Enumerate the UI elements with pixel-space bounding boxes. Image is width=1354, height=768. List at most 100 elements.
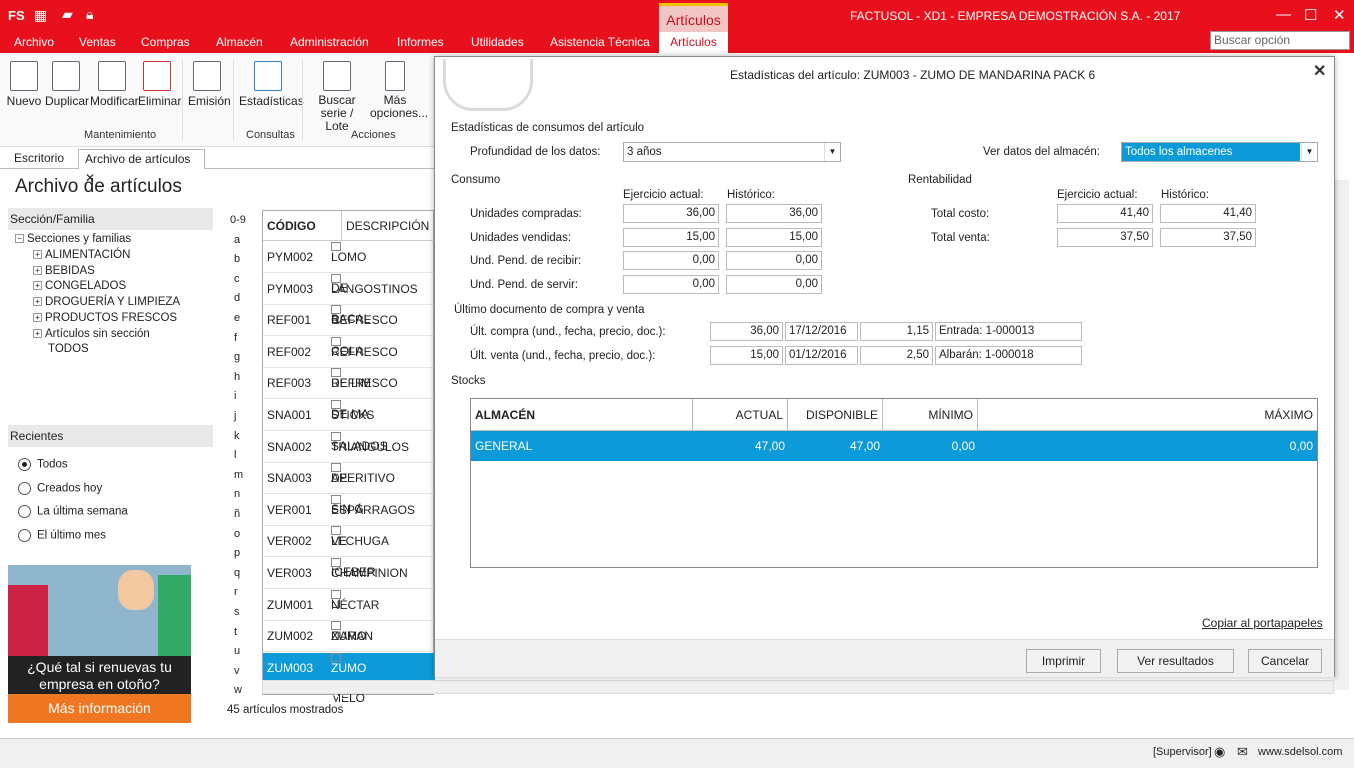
letter-10[interactable]: j <box>234 410 236 422</box>
tree-item-sin-seccion[interactable]: + Artículos sin sección <box>33 328 150 340</box>
scrollbar[interactable] <box>1333 180 1349 690</box>
statistics-button[interactable]: Estadísticas <box>239 61 304 108</box>
letter-22[interactable]: u <box>234 645 240 657</box>
rent-historico-field[interactable]: 37,50 <box>1160 227 1256 247</box>
consumo-actual-field[interactable]: 0,00 <box>623 251 719 270</box>
letter-9[interactable]: i <box>234 390 236 402</box>
ultimo-units-field[interactable]: 15,00 <box>710 346 783 365</box>
table-row[interactable]: SNA003 APERITIVO SIN G <box>263 463 435 516</box>
table-row[interactable]: GENERAL 47,00 47,00 0,00 0,00 <box>471 431 1317 461</box>
depth-select[interactable]: 3 años ▼ <box>623 142 841 162</box>
consumo-actual-field[interactable]: 15,00 <box>623 227 719 247</box>
letter-12[interactable]: l <box>234 449 236 461</box>
menu-archivo[interactable]: Archivo <box>8 33 60 53</box>
shield-icon[interactable]: ◉ <box>1214 744 1225 760</box>
table-row[interactable]: PYM002 LOMO DE BACAL <box>263 242 435 326</box>
letter-6[interactable]: f <box>234 332 237 344</box>
rent-actual-field[interactable]: 41,40 <box>1057 204 1153 223</box>
letter-14[interactable]: n <box>234 488 240 500</box>
col-almacen[interactable]: ALMACÉN <box>471 399 693 431</box>
letter-3[interactable]: c <box>234 273 240 285</box>
view-results-button[interactable]: Ver resultados <box>1117 649 1234 673</box>
letter-8[interactable]: h <box>234 371 240 383</box>
letter-0[interactable]: 0-9 <box>230 214 246 226</box>
rent-actual-field[interactable]: 37,50 <box>1057 227 1153 247</box>
table-row[interactable]: PYM003 LANGOSTINOS C <box>263 273 435 327</box>
tab-archivo-articulos[interactable]: Archivo de artículos ✕ <box>78 149 205 185</box>
tree-item-congelados[interactable]: + CONGELADOS <box>33 280 126 292</box>
store-select[interactable]: Todos los almacenes ▼ <box>1121 142 1318 162</box>
search-input[interactable]: Buscar opción <box>1210 31 1350 50</box>
ultimo-date-field[interactable]: 01/12/2016 <box>785 346 858 365</box>
cancel-button[interactable]: Cancelar <box>1248 649 1322 673</box>
menu-informes[interactable]: Informes <box>397 33 444 53</box>
ultimo-date-field[interactable]: 17/12/2016 <box>785 322 858 341</box>
letter-17[interactable]: p <box>234 547 240 559</box>
letter-15[interactable]: ñ <box>234 508 240 520</box>
close-icon[interactable]: ✕ <box>1333 6 1346 24</box>
print-dialog-button[interactable]: Imprimir <box>1026 649 1101 673</box>
col-minimo[interactable]: MÍNIMO <box>883 399 978 431</box>
mail-icon[interactable]: ✉ <box>1237 744 1248 760</box>
duplicate-button[interactable]: Duplicar <box>45 61 89 108</box>
letter-16[interactable]: o <box>234 528 240 540</box>
letter-7[interactable]: g <box>234 351 240 363</box>
copy-clipboard-link[interactable]: Copiar al portapapeles <box>1202 616 1323 630</box>
print-button[interactable]: Emisión <box>188 61 231 108</box>
folder-icon[interactable]: ▰ <box>62 6 73 23</box>
table-row[interactable]: VER001 ESPÁRRAGOS VE <box>263 494 435 548</box>
table-row[interactable]: ZUM001 NÉCTAR NARAN <box>263 589 435 643</box>
menu-asistencia[interactable]: Asistencia Técnica <box>550 33 650 53</box>
consumo-historico-field[interactable]: 0,00 <box>726 251 822 270</box>
table-row[interactable]: VER002 LECHUGA ICEBER <box>263 526 435 579</box>
ultimo-units-field[interactable]: 36,00 <box>710 322 783 341</box>
tab-escritorio[interactable]: Escritorio <box>8 149 70 169</box>
col-maximo[interactable]: MÁXIMO <box>978 399 1317 431</box>
promo-banner[interactable]: ¿Qué tal si renuevas tu empresa en otoño… <box>8 565 191 723</box>
ultimo-doc-field[interactable]: Entrada: 1-000013 <box>935 322 1082 341</box>
table-row[interactable]: SNA001 STICKS SALADOS <box>263 400 435 453</box>
search-lot-button[interactable]: Buscar serie / Lote <box>308 61 366 133</box>
table-row[interactable]: REF002 REFRESCO DE LIM <box>263 336 435 390</box>
letter-20[interactable]: s <box>234 606 240 618</box>
consumo-historico-field[interactable]: 36,00 <box>726 204 822 223</box>
menu-compras[interactable]: Compras <box>141 33 190 53</box>
modify-button[interactable]: Modificar <box>90 61 139 108</box>
letter-4[interactable]: d <box>234 292 240 304</box>
letter-1[interactable]: a <box>234 234 240 246</box>
letter-21[interactable]: t <box>234 626 237 638</box>
minimize-icon[interactable]: — <box>1276 6 1291 23</box>
radio-ultima-semana[interactable]: La última semana <box>18 505 128 518</box>
col-descripcion[interactable]: DESCRIPCIÓN <box>342 211 435 241</box>
more-info-button[interactable]: Más información <box>8 694 191 723</box>
table-row[interactable]: VER003 CHAMPINION LI <box>263 558 435 611</box>
horizontal-scrollbar[interactable] <box>262 680 1334 694</box>
table-row[interactable]: REF003 REFRESCO DE MA <box>263 368 435 421</box>
consumo-historico-field[interactable]: 15,00 <box>726 227 822 247</box>
col-codigo[interactable]: CÓDIGO <box>263 211 342 241</box>
tree-item-alimentacion[interactable]: + ALIMENTACIÓN <box>33 249 130 261</box>
tree-item-todos[interactable]: TODOS <box>48 343 89 355</box>
context-tab-articulos[interactable]: Artículos <box>659 32 728 53</box>
consumo-actual-field[interactable]: 36,00 <box>623 204 719 223</box>
maximize-icon[interactable]: ☐ <box>1304 6 1317 24</box>
menu-ventas[interactable]: Ventas <box>79 33 116 53</box>
lock-icon[interactable]: 🔒︎ <box>86 6 93 23</box>
radio-ultimo-mes[interactable]: El último mes <box>18 529 106 542</box>
letter-19[interactable]: r <box>234 586 238 598</box>
tree-item-frescos[interactable]: + PRODUCTOS FRESCOS <box>33 312 177 324</box>
radio-todos[interactable]: Todos <box>18 458 68 471</box>
letter-23[interactable]: v <box>234 665 240 677</box>
consumo-actual-field[interactable]: 0,00 <box>623 274 719 294</box>
dialog-close-icon[interactable]: ✕ <box>1313 61 1326 81</box>
rent-historico-field[interactable]: 41,40 <box>1160 204 1256 223</box>
letter-5[interactable]: e <box>234 312 240 324</box>
menu-almacen[interactable]: Almacén <box>216 33 263 53</box>
letter-11[interactable]: k <box>234 430 240 442</box>
status-website[interactable]: www.sdelsol.com <box>1258 746 1342 758</box>
table-row[interactable]: REF001 REFRESCO COLA <box>263 305 435 358</box>
letter-18[interactable]: q <box>234 567 240 579</box>
ultimo-doc-field[interactable]: Albarán: 1-000018 <box>935 346 1082 365</box>
letter-2[interactable]: b <box>234 253 240 265</box>
table-row[interactable]: SNA002 TRIANGULOS DE <box>263 431 435 485</box>
